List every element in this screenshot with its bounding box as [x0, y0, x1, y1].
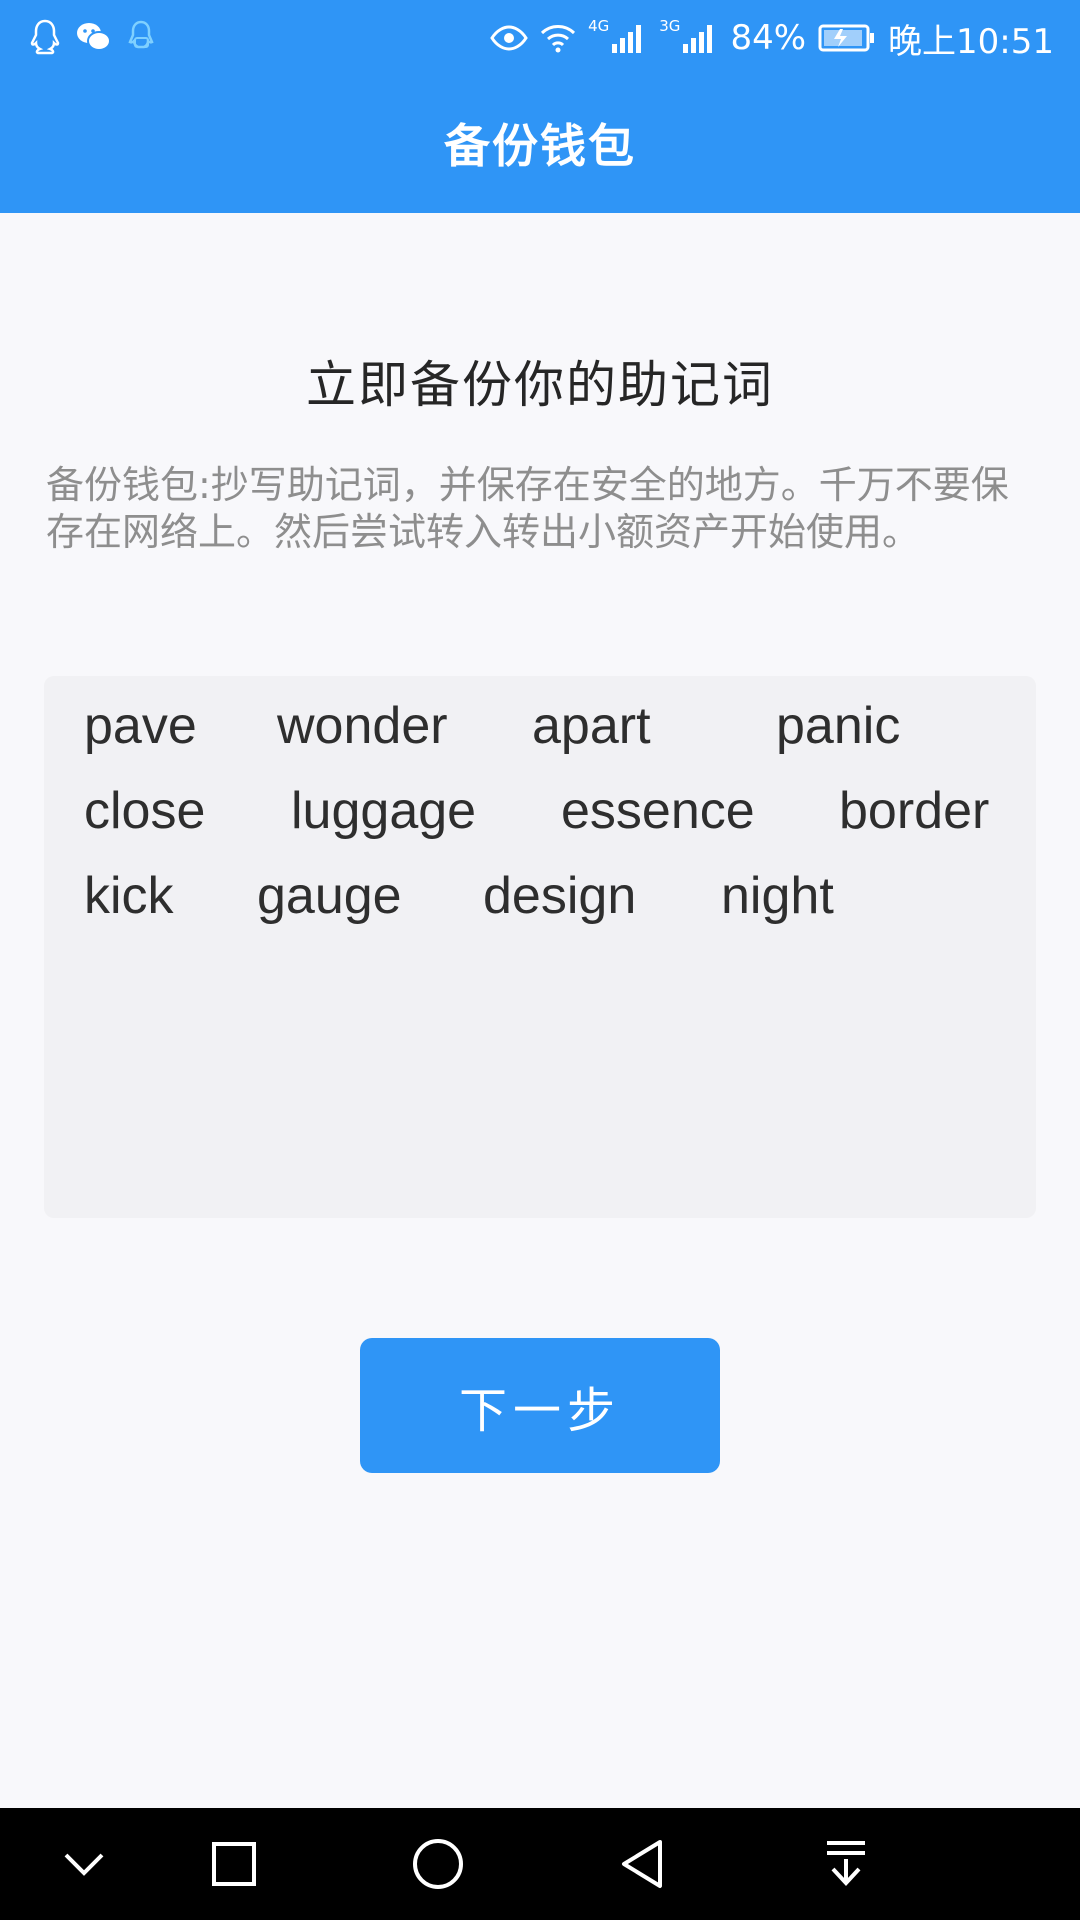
mnemonic-word: kick — [84, 867, 174, 925]
mnemonic-word: night — [721, 867, 834, 925]
notification-icons — [28, 18, 158, 56]
next-step-button[interactable]: 下一步 — [360, 1338, 720, 1473]
mnemonic-word: panic — [776, 697, 901, 755]
status-indicators: 4G 3G 84% 晚上10:51 — [490, 14, 1054, 62]
back-button[interactable] — [614, 1836, 670, 1892]
mnemonic-word: wonder — [277, 697, 448, 755]
eye-icon — [490, 25, 528, 51]
wechat-icon — [77, 23, 111, 51]
mnemonic-word: close — [84, 782, 206, 840]
page-title: 备份钱包 — [444, 119, 636, 173]
battery-charging-icon — [818, 24, 875, 52]
signal-icon — [612, 25, 642, 53]
wifi-icon — [541, 25, 576, 53]
status-bar: 4G 3G 84% 晚上10:51 — [0, 0, 1080, 76]
mnemonic-word: apart — [532, 697, 651, 755]
mnemonic-word: pave — [84, 697, 197, 755]
recent-apps-button[interactable] — [206, 1836, 262, 1892]
mnemonic-box: pave wonder apart panic close luggage es… — [44, 676, 1036, 1218]
mnemonic-word: border — [839, 782, 990, 840]
chevron-down-icon[interactable] — [56, 1836, 112, 1892]
network-3g-label: 3G — [659, 17, 681, 35]
mnemonic-word: luggage — [291, 782, 477, 840]
mnemonic-word: gauge — [257, 867, 402, 925]
backup-description: 备份钱包:抄写助记词，并保存在安全的地方。千万不要保存在网络上。然后尝试转入转出… — [46, 463, 1009, 554]
app-header: 4G 3G 84% 晚上10:51 备份钱包 — [0, 0, 1080, 213]
clock: 晚上10:51 — [888, 21, 1054, 62]
network-4g-label: 4G — [588, 17, 610, 35]
system-nav-bar — [0, 1808, 1080, 1920]
home-button[interactable] — [410, 1836, 466, 1892]
signal-icon-2 — [683, 25, 713, 53]
qq-robot-icon — [128, 20, 154, 49]
battery-percent: 84% — [730, 18, 807, 58]
qq-icon — [30, 19, 60, 55]
notification-pull-icon[interactable] — [818, 1836, 874, 1892]
mnemonic-word: design — [483, 867, 637, 925]
mnemonic-word: essence — [561, 782, 755, 840]
backup-heading: 立即备份你的助记词 — [306, 356, 774, 414]
